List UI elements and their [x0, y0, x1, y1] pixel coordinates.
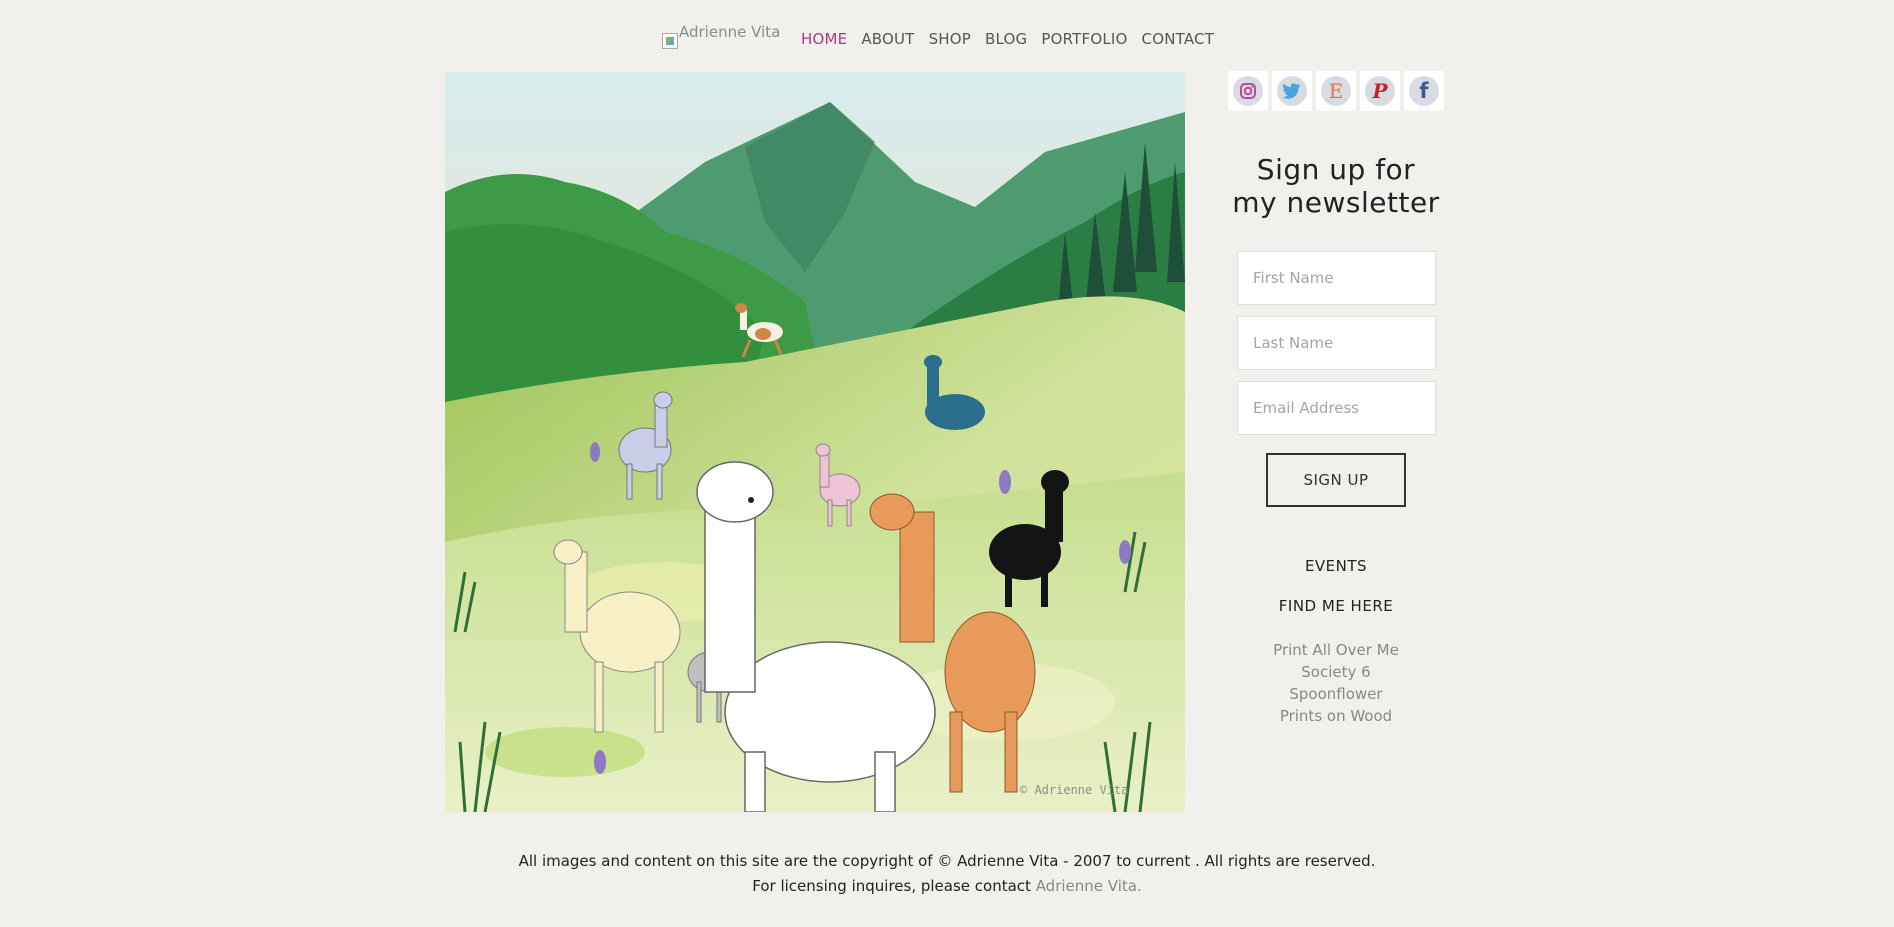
etsy-icon: E: [1321, 76, 1351, 106]
logo-alt-text: Adrienne Vita: [679, 23, 781, 41]
painting-illustration: © Adrienne Vita: [445, 72, 1185, 812]
pinterest-icon: P: [1365, 76, 1395, 106]
etsy-glyph: E: [1328, 79, 1344, 103]
twitter-link[interactable]: [1272, 71, 1312, 111]
alpaca-painting: © Adrienne Vita: [445, 72, 1185, 812]
site-header: Adrienne Vita HOME ABOUT SHOP BLOG PORTF…: [0, 23, 1894, 56]
instagram-icon: [1233, 76, 1263, 106]
contact-link[interactable]: Adrienne Vita.: [1036, 877, 1142, 895]
link-society-6[interactable]: Society 6: [1228, 661, 1444, 683]
nav-shop[interactable]: SHOP: [929, 30, 971, 48]
find-me-links: Print All Over Me Society 6 Spoonflower …: [1228, 639, 1444, 727]
twitter-icon: [1277, 76, 1307, 106]
nav-about[interactable]: ABOUT: [861, 30, 914, 48]
social-links: E P f: [1228, 71, 1444, 111]
site-footer: All images and content on this site are …: [0, 849, 1894, 899]
facebook-icon: f: [1409, 76, 1439, 106]
nav-home[interactable]: HOME: [801, 30, 847, 48]
facebook-glyph: f: [1419, 79, 1429, 103]
link-print-all-over-me[interactable]: Print All Over Me: [1228, 639, 1444, 661]
instagram-link[interactable]: [1228, 71, 1268, 111]
newsletter-heading: Sign up for my newsletter: [1228, 153, 1444, 219]
newsletter-heading-line2: my newsletter: [1232, 186, 1440, 219]
first-name-field[interactable]: [1237, 251, 1436, 305]
nav-portfolio[interactable]: PORTFOLIO: [1041, 30, 1127, 48]
painting-watermark: © Adrienne Vita: [1020, 783, 1128, 797]
events-heading[interactable]: EVENTS: [1228, 557, 1444, 575]
nav-blog[interactable]: BLOG: [985, 30, 1027, 48]
email-field[interactable]: [1237, 381, 1436, 435]
sign-up-button[interactable]: SIGN UP: [1266, 453, 1406, 507]
main-nav: HOME ABOUT SHOP BLOG PORTFOLIO CONTACT: [801, 30, 1214, 48]
nav-contact[interactable]: CONTACT: [1142, 30, 1215, 48]
last-name-field[interactable]: [1237, 316, 1436, 370]
facebook-link[interactable]: f: [1404, 71, 1444, 111]
site-logo[interactable]: Adrienne Vita: [662, 23, 780, 49]
copyright-text: All images and content on this site are …: [518, 852, 1376, 870]
link-spoonflower[interactable]: Spoonflower: [1228, 683, 1444, 705]
licensing-line: For licensing inquires, please contact A…: [0, 874, 1894, 899]
find-me-heading: FIND ME HERE: [1278, 597, 1394, 615]
licensing-text: For licensing inquires, please contact: [752, 877, 1036, 895]
newsletter-heading-line1: Sign up for: [1256, 153, 1416, 186]
pinterest-link[interactable]: P: [1360, 71, 1400, 111]
link-prints-on-wood[interactable]: Prints on Wood: [1228, 705, 1444, 727]
broken-image-icon: [662, 33, 678, 49]
etsy-link[interactable]: E: [1316, 71, 1356, 111]
pinterest-glyph: P: [1372, 79, 1388, 103]
